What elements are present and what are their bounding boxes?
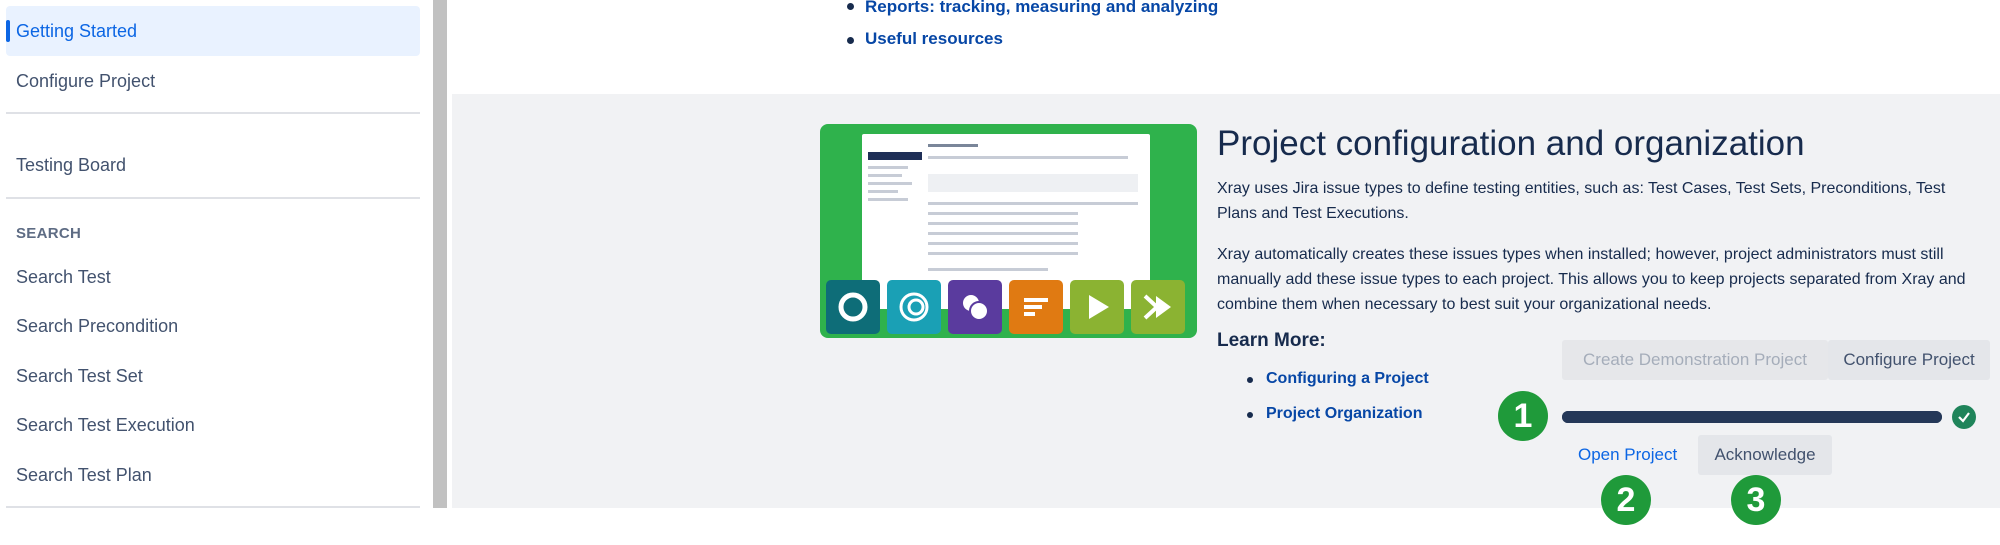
precondition-icon	[887, 280, 941, 334]
link-configuring-a-project[interactable]: Configuring a Project	[1266, 370, 1429, 388]
thumbnail-line	[928, 202, 1138, 205]
setup-progress-bar	[1562, 411, 1942, 423]
sidebar-item-label: Testing Board	[16, 154, 127, 175]
app-root: Getting Started Configure Project Testin…	[0, 0, 2000, 545]
test-set-icon	[948, 280, 1002, 334]
sidebar-divider	[6, 112, 420, 114]
sidebar-item-search-test-plan[interactable]: Search Test Plan	[6, 450, 420, 500]
thumbnail-line	[868, 166, 908, 169]
setup-progress-fill	[1562, 411, 1942, 423]
sidebar-section-search: SEARCH	[16, 225, 82, 242]
sidebar-item-testing-board[interactable]: Testing Board	[6, 140, 420, 190]
sidebar-item-search-test-execution[interactable]: Search Test Execution	[6, 400, 420, 450]
issue-type-icons	[826, 280, 1185, 334]
sidebar-item-label: Search Test	[16, 266, 111, 287]
sidebar-item-search-test-set[interactable]: Search Test Set	[6, 351, 420, 401]
test-plan-icon	[1009, 280, 1063, 334]
sidebar-divider	[6, 197, 420, 199]
bullet	[1247, 377, 1253, 383]
callout-step-1: 1	[1498, 391, 1548, 441]
sidebar-item-label: Search Test Execution	[16, 414, 195, 435]
sidebar-item-label: Search Test Plan	[16, 464, 152, 485]
bullet	[1247, 412, 1253, 418]
link-useful-resources[interactable]: Useful resources	[865, 29, 1003, 49]
learn-more-label: Learn More:	[1217, 330, 1326, 351]
thumbnail-line	[928, 222, 1078, 225]
link-project-organization[interactable]: Project Organization	[1266, 405, 1422, 423]
callout-step-2: 2	[1601, 475, 1651, 525]
thumbnail-line	[928, 268, 1048, 271]
test-run-icon	[1131, 280, 1185, 334]
sidebar-scrollbar[interactable]	[433, 0, 447, 508]
card-description: Xray uses Jira issue types to define tes…	[1217, 180, 1946, 222]
sidebar: Getting Started Configure Project Testin…	[0, 0, 432, 508]
bullet	[847, 3, 854, 10]
test-icon	[826, 280, 880, 334]
thumbnail-line	[868, 174, 902, 177]
thumbnail-line	[868, 182, 912, 185]
check-icon	[1952, 405, 1976, 429]
thumbnail-line	[928, 252, 1078, 255]
sidebar-divider	[6, 506, 420, 508]
thumbnail-line	[928, 144, 978, 147]
configure-project-button[interactable]: Configure Project	[1828, 340, 1990, 380]
thumbnail-line	[868, 190, 898, 193]
thumbnail-line	[868, 198, 908, 201]
sidebar-item-label: Search Test Set	[16, 365, 143, 386]
thumbnail-line	[928, 242, 1078, 245]
thumbnail-box	[928, 174, 1138, 192]
sidebar-item-search-test[interactable]: Search Test	[6, 252, 420, 302]
sidebar-item-search-precondition[interactable]: Search Precondition	[6, 301, 420, 351]
thumbnail-sidebar-header	[868, 152, 922, 160]
test-execution-icon	[1070, 280, 1124, 334]
link-reports[interactable]: Reports: tracking, measuring and analyzi…	[865, 0, 1218, 17]
card-title: Project configuration and organization	[1217, 124, 1805, 163]
callout-step-3: 3	[1731, 475, 1781, 525]
sidebar-item-configure-project[interactable]: Configure Project	[6, 56, 420, 106]
open-project-link[interactable]: Open Project	[1578, 445, 1677, 465]
create-demonstration-project-button[interactable]: Create Demonstration Project	[1562, 340, 1828, 380]
sidebar-item-label: Search Precondition	[16, 315, 179, 336]
sidebar-item-label: Configure Project	[16, 70, 156, 91]
bullet	[847, 37, 854, 44]
acknowledge-button[interactable]: Acknowledge	[1698, 435, 1832, 475]
sidebar-item-getting-started[interactable]: Getting Started	[6, 6, 420, 56]
sidebar-item-label: Getting Started	[16, 20, 138, 41]
xray-settings-thumbnail	[820, 124, 1197, 338]
thumbnail-line	[928, 232, 1078, 235]
thumbnail-line	[928, 156, 1128, 159]
card-description: Xray automatically creates these issues …	[1217, 246, 1966, 313]
thumbnail-line	[928, 212, 1078, 215]
